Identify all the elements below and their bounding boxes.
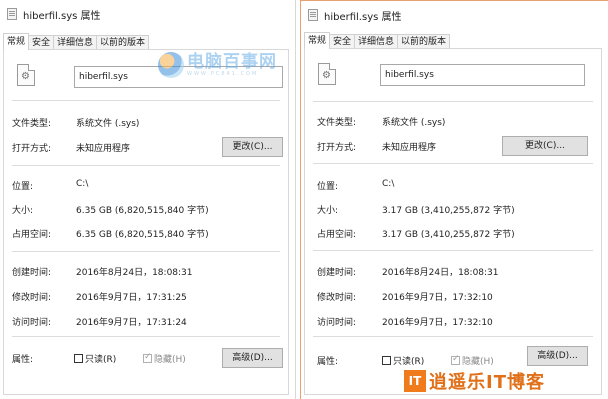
advanced-button[interactable]: 高级(D)... [527, 346, 588, 366]
filename-field[interactable]: hiberfil.sys [74, 66, 283, 88]
check-icon: ✓ [144, 352, 152, 362]
checkbox-box[interactable] [382, 356, 391, 365]
created-label: 创建时间: [317, 268, 357, 278]
divider [12, 165, 280, 166]
size-on-disk-value: 3.17 GB (3,410,255,872 字节) [382, 230, 515, 240]
general-panel: ⚙ hiberfil.sys 文件类型: 系统文件 (.sys) 打开方式: 未… [304, 48, 602, 395]
advanced-button[interactable]: 高级(D)... [222, 348, 283, 368]
brand-text: 逍遥乐IT博客 [429, 372, 545, 393]
divider [12, 251, 280, 252]
open-with-label: 打开方式: [317, 143, 357, 153]
size-on-disk-label: 占用空间: [12, 230, 52, 240]
check-icon: ✓ [452, 354, 460, 364]
size-value: 6.35 GB (6,820,515,840 字节) [76, 206, 209, 216]
created-value: 2016年8月24日，18:08:31 [382, 268, 499, 278]
checkbox-box[interactable] [74, 354, 83, 363]
checkbox-box: ✓ [143, 352, 152, 363]
properties-dialog-left: hiberfil.sys 属性 常规 安全 详细信息 以前的版本 ⚙ hiber… [0, 0, 296, 399]
attributes-label: 属性: [12, 355, 34, 365]
location-label: 位置: [317, 182, 339, 192]
readonly-label: 只读(R) [85, 355, 117, 365]
tab-bar: 常规 安全 详细信息 以前的版本 [3, 33, 150, 50]
modified-label: 修改时间: [317, 293, 357, 303]
divider [12, 100, 280, 101]
system-file-icon: ⚙ [17, 64, 35, 86]
file-properties-icon [308, 9, 318, 21]
tab-previous-versions[interactable]: 以前的版本 [96, 35, 150, 50]
gear-icon: ⚙ [322, 70, 331, 81]
brand-logo: IT 逍遥乐IT博客 [404, 367, 545, 395]
size-label: 大小: [317, 206, 339, 216]
filename-field[interactable]: hiberfil.sys [380, 64, 585, 86]
file-properties-icon [7, 8, 17, 20]
gear-icon: ⚙ [21, 71, 30, 82]
accessed-label: 访问时间: [317, 318, 357, 328]
hidden-checkbox: ✓ 隐藏(H) [143, 352, 186, 365]
attributes-label: 属性: [317, 357, 339, 367]
file-type-label: 文件类型: [317, 118, 357, 128]
properties-dialog-right: hiberfil.sys 属性 常规 安全 详细信息 以前的版本 ⚙ hiber… [300, 0, 608, 399]
readonly-checkbox[interactable]: 只读(R) [74, 352, 116, 365]
open-with-value: 未知应用程序 [382, 143, 437, 153]
accessed-value: 2016年9月7日，17:31:24 [76, 318, 187, 328]
accessed-value: 2016年9月7日，17:32:10 [382, 318, 493, 328]
size-label: 大小: [12, 206, 34, 216]
modified-label: 修改时间: [12, 293, 52, 303]
divider [313, 101, 593, 102]
title-bar[interactable]: hiberfil.sys 属性 [0, 0, 295, 28]
readonly-label: 只读(R) [393, 357, 425, 367]
file-type-label: 文件类型: [12, 119, 52, 129]
file-type-value: 系统文件 (.sys) [382, 118, 446, 128]
hidden-label: 隐藏(H) [462, 357, 494, 367]
change-button[interactable]: 更改(C)... [502, 136, 588, 156]
modified-value: 2016年9月7日，17:32:10 [382, 293, 493, 303]
general-panel: ⚙ hiberfil.sys 文件类型: 系统文件 (.sys) 打开方式: 未… [3, 49, 289, 395]
tab-general[interactable]: 常规 [3, 33, 30, 50]
divider [12, 336, 280, 337]
location-value: C:\ [76, 179, 89, 189]
tab-security[interactable]: 安全 [329, 34, 356, 49]
tab-details[interactable]: 详细信息 [53, 35, 98, 50]
window-title: hiberfil.sys 属性 [324, 12, 402, 23]
hidden-label: 隐藏(H) [154, 355, 186, 365]
window-title: hiberfil.sys 属性 [23, 11, 101, 22]
hidden-checkbox: ✓ 隐藏(H) [451, 354, 494, 367]
size-value: 3.17 GB (3,410,255,872 字节) [382, 206, 515, 216]
created-label: 创建时间: [12, 268, 52, 278]
tab-general[interactable]: 常规 [304, 32, 331, 49]
created-value: 2016年8月24日，18:08:31 [76, 268, 193, 278]
change-button[interactable]: 更改(C)... [222, 137, 283, 157]
brand-box: IT [404, 370, 426, 392]
modified-value: 2016年9月7日，17:31:25 [76, 293, 187, 303]
tab-previous-versions[interactable]: 以前的版本 [397, 34, 451, 49]
file-type-value: 系统文件 (.sys) [76, 119, 140, 129]
divider [313, 336, 593, 337]
size-on-disk-label: 占用空间: [317, 230, 357, 240]
divider [313, 250, 593, 251]
tab-details[interactable]: 详细信息 [354, 34, 399, 49]
readonly-checkbox[interactable]: 只读(R) [382, 354, 424, 367]
system-file-icon: ⚙ [318, 63, 336, 85]
accessed-label: 访问时间: [12, 318, 52, 328]
location-value: C:\ [382, 179, 395, 189]
open-with-label: 打开方式: [12, 144, 52, 154]
location-label: 位置: [12, 182, 34, 192]
size-on-disk-value: 6.35 GB (6,820,515,840 字节) [76, 230, 209, 240]
tab-security[interactable]: 安全 [28, 35, 55, 50]
open-with-value: 未知应用程序 [76, 144, 131, 154]
checkbox-box: ✓ [451, 354, 460, 365]
title-bar[interactable]: hiberfil.sys 属性 [301, 1, 608, 29]
divider [313, 163, 593, 164]
tab-bar: 常规 安全 详细信息 以前的版本 [304, 32, 451, 49]
